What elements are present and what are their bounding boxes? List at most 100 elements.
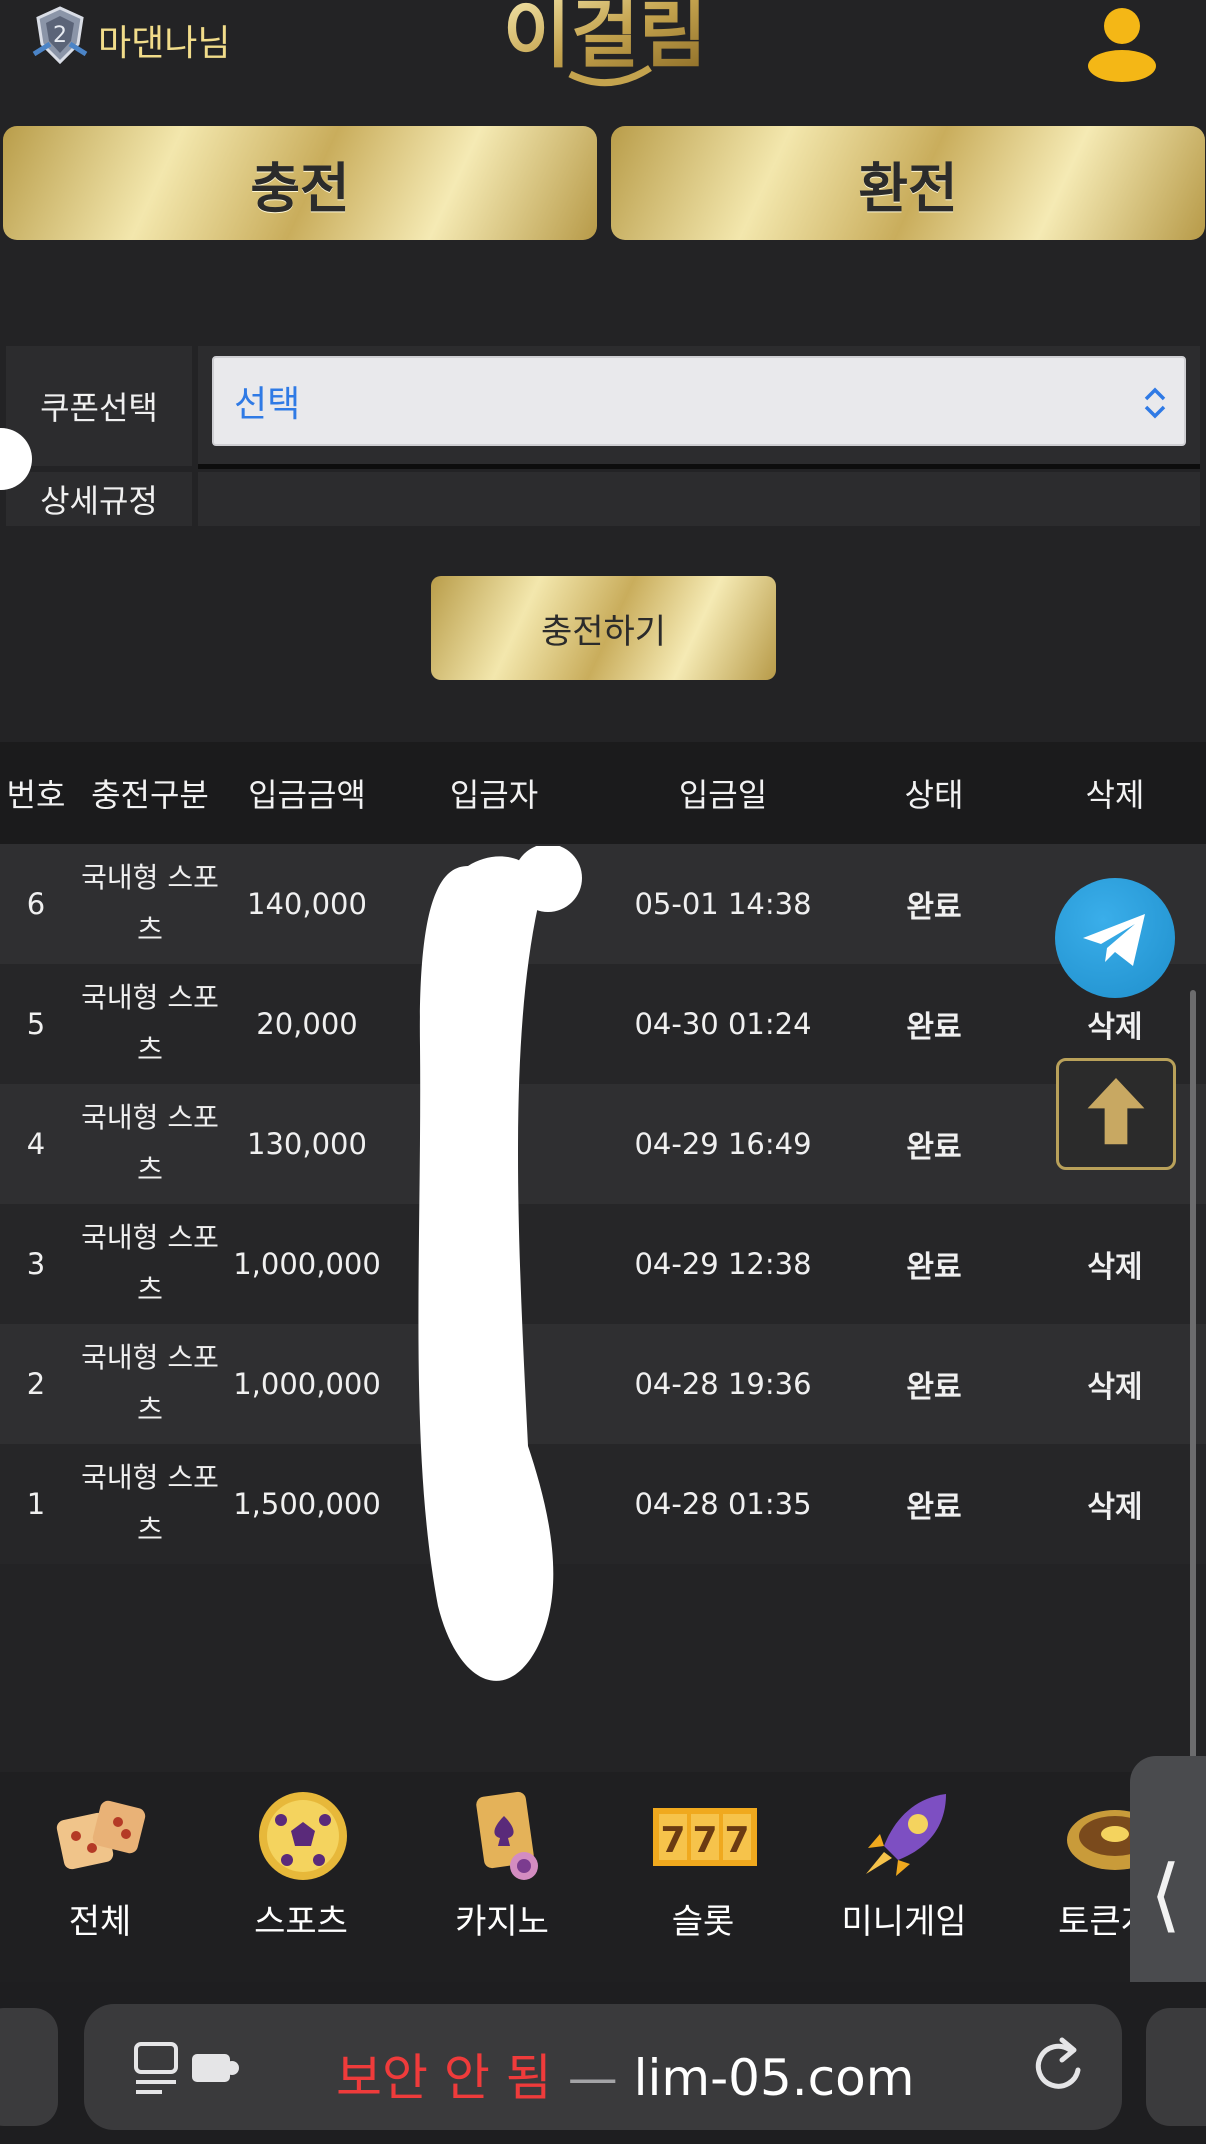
cell-no: 4 — [26, 1127, 46, 1161]
table-row: 1 국내형 스포츠 1,500,000 04-28 01:35 완료 삭제 — [0, 1444, 1206, 1564]
charge-tab-button[interactable]: 충전 — [3, 126, 597, 240]
deposit-history-table: 번호 충전구분 입금금액 입금자 입금일 상태 삭제 6 국내형 스포츠 140… — [0, 742, 1206, 1564]
coupon-row: 쿠폰선택 선택 — [6, 346, 1200, 466]
select-chevrons-icon — [1144, 387, 1166, 419]
site-logo[interactable]: 이걸림 — [500, 0, 710, 92]
coupon-select[interactable]: 선택 — [212, 356, 1186, 446]
cell-no: 2 — [26, 1367, 46, 1401]
previous-tab-preview[interactable] — [0, 2008, 58, 2126]
header-delete: 삭제 — [1085, 776, 1145, 814]
header-date: 입금일 — [678, 776, 768, 814]
submit-charge-button[interactable]: 충전하기 — [431, 576, 776, 680]
scrollbar[interactable] — [1190, 990, 1196, 1760]
telegram-icon — [1083, 914, 1145, 966]
cell-date: 04-30 01:24 — [634, 1007, 812, 1041]
redaction-scribble — [418, 846, 582, 1681]
nav-item-sports[interactable]: 스포츠 — [201, 1772, 401, 1982]
table-row: 6 국내형 스포츠 140,000 05-01 14:38 완료 — [0, 844, 1206, 964]
chevron-left-icon: ⟨ — [1150, 1848, 1182, 1941]
nav-label: 스포츠 — [254, 1902, 348, 1942]
soccer-ball-icon — [259, 1792, 347, 1880]
header-no: 번호 — [6, 776, 66, 814]
nav-item-slot[interactable]: 7 7 7 슬롯 — [603, 1772, 803, 1982]
telegram-button[interactable] — [1055, 878, 1175, 998]
site-header: 2 마댄나님 이걸림 — [0, 0, 1206, 120]
cell-date: 04-29 12:38 — [634, 1247, 812, 1281]
header-depositor: 입금자 — [449, 776, 539, 814]
header-status: 상태 — [904, 776, 964, 814]
cell-amount: 1,500,000 — [233, 1487, 381, 1521]
svg-text:7: 7 — [692, 1820, 717, 1861]
nav-label: 미니게임 — [841, 1902, 967, 1942]
delete-button[interactable]: 삭제 — [1024, 1444, 1206, 1564]
rules-label: 상세규정 — [6, 472, 192, 526]
url-separator: — — [567, 2049, 618, 2107]
dice-icon — [56, 1800, 146, 1870]
next-tab-preview[interactable] — [1146, 2008, 1206, 2126]
cell-no: 1 — [26, 1487, 46, 1521]
cell-type: 국내형 스포츠 — [81, 861, 219, 946]
url-display: 보안 안 됨 — lim-05.com — [336, 2038, 914, 2110]
nav-item-all[interactable]: 전체 — [0, 1772, 200, 1982]
cell-status: 완료 — [906, 1370, 962, 1405]
page-menu-icon[interactable] — [132, 2040, 244, 2096]
cell-amount: 130,000 — [247, 1127, 367, 1161]
rocket-icon — [866, 1794, 946, 1876]
cell-status: 완료 — [906, 1010, 962, 1045]
cell-status: 완료 — [906, 890, 962, 925]
cell-amount: 1,000,000 — [233, 1247, 381, 1281]
cell-amount: 1,000,000 — [233, 1367, 381, 1401]
cell-amount: 140,000 — [247, 887, 367, 921]
cell-date: 05-01 14:38 — [634, 887, 812, 921]
cell-type: 국내형 스포츠 — [81, 981, 219, 1066]
nav-item-casino[interactable]: 카지노 — [402, 1772, 602, 1982]
cell-status: 완료 — [906, 1490, 962, 1525]
url-domain: lim-05.com — [633, 2049, 915, 2107]
playing-card-icon — [476, 1791, 538, 1880]
nav-label: 슬롯 — [671, 1902, 735, 1942]
cell-status: 완료 — [906, 1130, 962, 1165]
username: 마댄나님 — [98, 23, 231, 64]
level-badge-icon: 2 — [32, 6, 88, 65]
form-divider — [198, 464, 1200, 469]
nav-item-minigame[interactable]: 미니게임 — [804, 1772, 1004, 1982]
cell-date: 04-28 19:36 — [634, 1367, 812, 1401]
cell-amount: 20,000 — [256, 1007, 358, 1041]
scroll-top-button[interactable] — [1056, 1058, 1176, 1170]
slot-777-icon: 7 7 7 — [653, 1808, 757, 1866]
insecure-warning: 보안 안 됨 — [336, 2049, 552, 2107]
cell-date: 04-28 01:35 — [634, 1487, 812, 1521]
coupon-label: 쿠폰선택 — [6, 346, 192, 466]
address-bar[interactable]: 보안 안 됨 — lim-05.com — [84, 2004, 1122, 2130]
cell-type: 국내형 스포츠 — [81, 1461, 219, 1546]
table-row: 2 국내형 스포츠 1,000,000 04-28 19:36 완료 삭제 — [0, 1324, 1206, 1444]
exchange-tab-button[interactable]: 환전 — [611, 126, 1205, 240]
delete-button[interactable]: 삭제 — [1024, 1324, 1206, 1444]
user-profile-icon[interactable] — [1080, 0, 1164, 84]
table-header: 번호 충전구분 입금금액 입금자 입금일 상태 삭제 — [0, 742, 1206, 844]
cell-status: 완료 — [906, 1250, 962, 1285]
coupon-value-cell: 선택 — [198, 346, 1200, 466]
table-row: 4 국내형 스포츠 130,000 04-29 16:49 완료 — [0, 1084, 1206, 1204]
table-row: 3 국내형 스포츠 1,000,000 04-29 12:38 완료 삭제 — [0, 1204, 1206, 1324]
cell-type: 국내형 스포츠 — [81, 1101, 219, 1186]
cell-type: 국내형 스포츠 — [81, 1221, 219, 1306]
cell-type: 국내형 스포츠 — [81, 1341, 219, 1426]
coupon-select-value: 선택 — [234, 384, 301, 425]
header-amount: 입금금액 — [248, 776, 366, 814]
cell-no: 6 — [26, 887, 46, 921]
table-row: 5 국내형 스포츠 20,000 04-30 01:24 완료 삭제 — [0, 964, 1206, 1084]
nav-label: 카지노 — [455, 1902, 549, 1942]
cell-no: 3 — [26, 1247, 46, 1281]
delete-button[interactable]: 삭제 — [1024, 1204, 1206, 1324]
svg-text:이걸림: 이걸림 — [503, 0, 707, 78]
svg-text:7: 7 — [660, 1820, 685, 1861]
header-type: 충전구분 — [91, 776, 209, 814]
rules-value — [198, 472, 1200, 526]
reload-icon[interactable] — [1030, 2034, 1090, 2098]
cell-date: 04-29 16:49 — [634, 1127, 812, 1161]
browser-toolbar: 보안 안 됨 — lim-05.com — [0, 1982, 1206, 2144]
cell-no: 5 — [26, 1007, 46, 1041]
nav-label: 전체 — [68, 1902, 132, 1942]
arrow-up-icon — [1087, 1078, 1145, 1145]
